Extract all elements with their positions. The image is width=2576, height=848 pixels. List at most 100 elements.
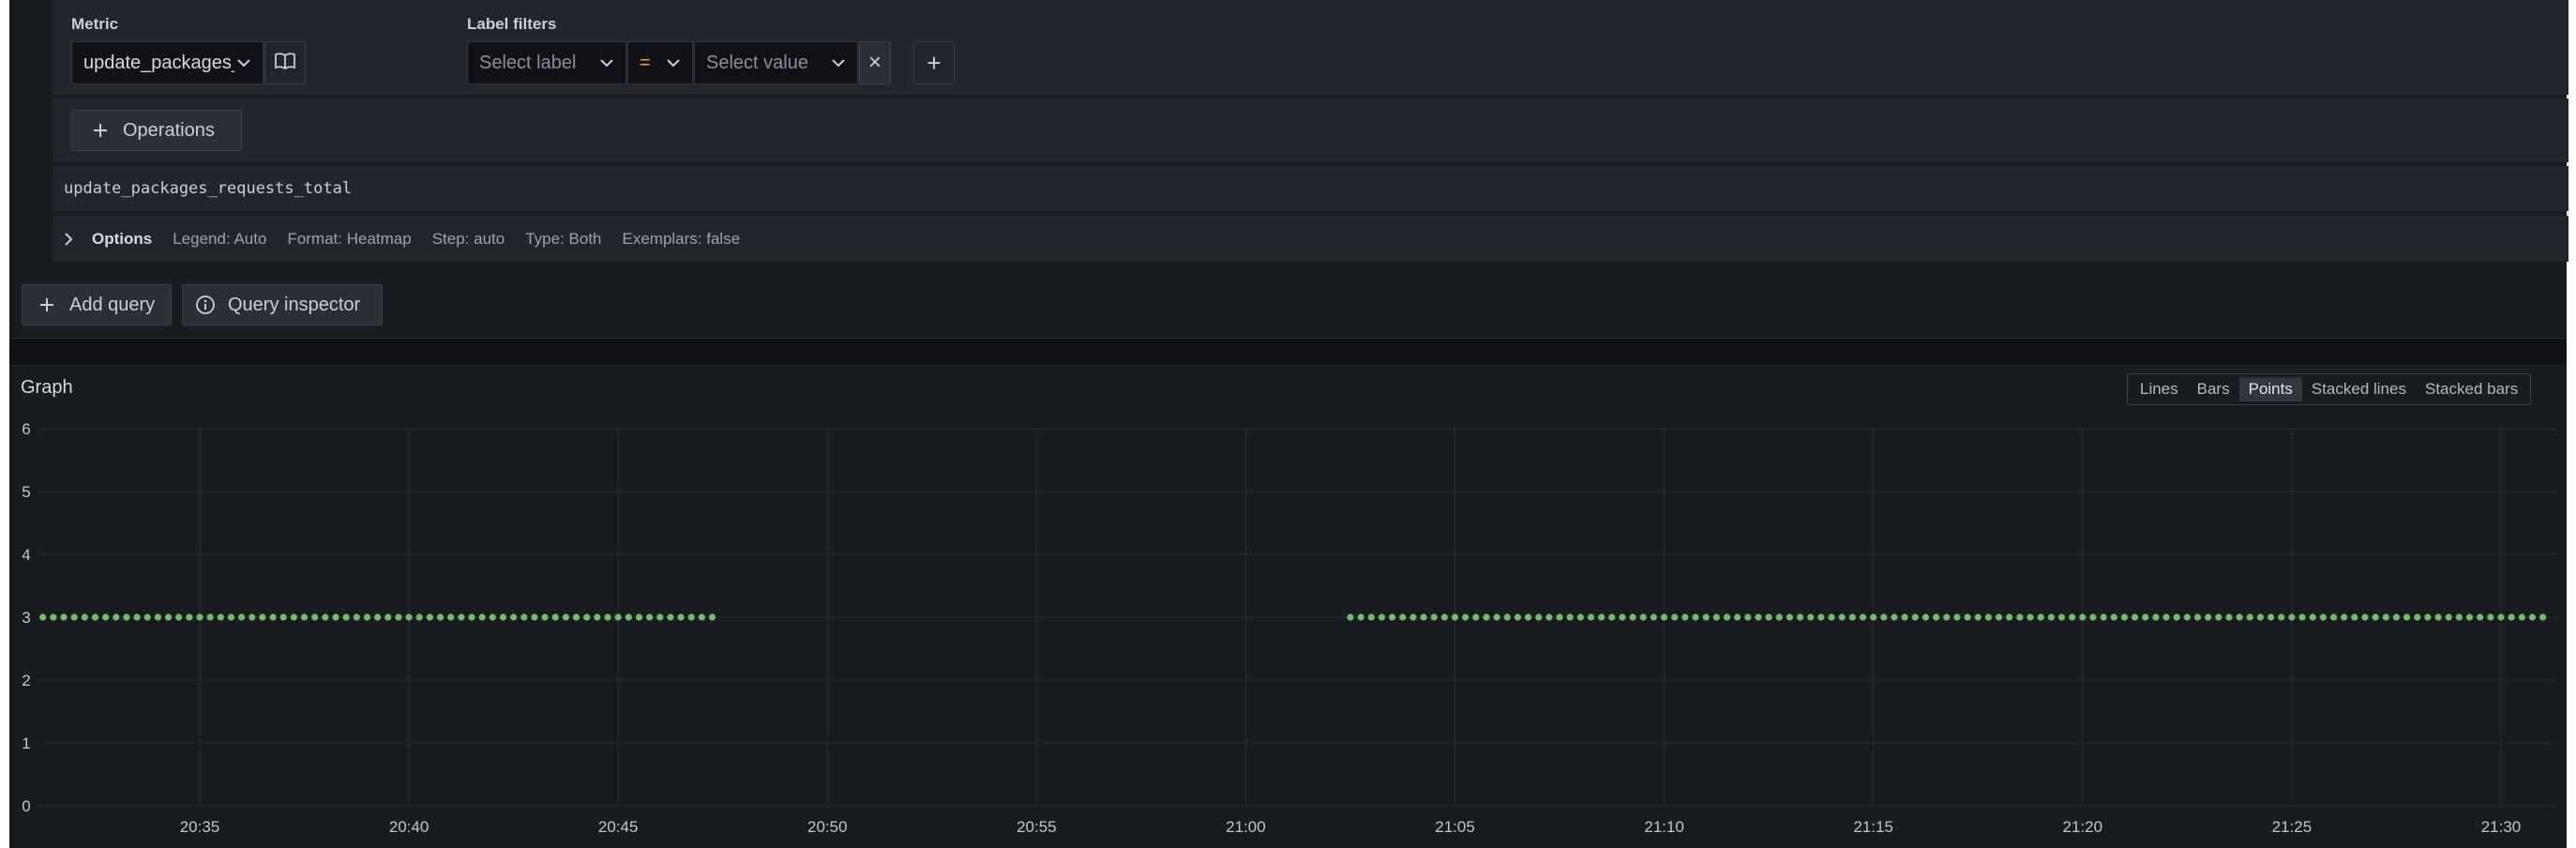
data-point <box>1535 613 1543 621</box>
view-mode-stacked-bars[interactable]: Stacked bars <box>2416 377 2527 401</box>
data-point <box>489 613 496 621</box>
add-filter-button[interactable]: + <box>913 41 955 84</box>
data-point <box>332 613 339 621</box>
options-row[interactable]: Options Legend: Auto Format: Heatmap Ste… <box>53 216 2568 262</box>
add-query-label: Add query <box>69 294 156 315</box>
data-point <box>1964 613 1971 621</box>
y-tick-label: 1 <box>22 734 30 752</box>
data-point <box>2215 613 2222 621</box>
data-point <box>1838 613 1845 621</box>
data-point <box>2225 613 2233 621</box>
data-point <box>1357 613 1364 621</box>
data-point <box>2518 613 2525 621</box>
data-point <box>1891 613 1898 621</box>
raw-query-text: update_packages_requests_total <box>64 179 353 198</box>
data-point <box>1974 613 1981 621</box>
data-point <box>2100 613 2107 621</box>
data-point <box>2528 613 2537 621</box>
operator-select[interactable]: = <box>627 41 693 84</box>
data-point <box>50 613 57 621</box>
data-point <box>2131 613 2139 621</box>
data-point <box>2361 613 2369 621</box>
data-point <box>1503 613 1511 621</box>
data-point <box>259 613 266 621</box>
data-point <box>1493 613 1500 621</box>
data-point <box>1347 613 1354 621</box>
data-point <box>60 613 68 621</box>
data-point <box>2477 613 2484 621</box>
data-point <box>405 613 413 621</box>
metrics-explorer-button[interactable] <box>264 41 306 84</box>
data-point <box>458 613 465 621</box>
data-point <box>646 613 654 621</box>
data-point <box>2256 613 2265 621</box>
data-point <box>1859 613 1867 621</box>
chevron-down-icon <box>597 58 616 68</box>
x-tick-label: 21:10 <box>1644 818 1684 836</box>
data-point <box>374 613 382 621</box>
data-point <box>113 613 120 621</box>
data-point <box>1576 613 1584 621</box>
metric-select[interactable]: update_packages_requests_total <box>71 41 264 84</box>
data-point <box>1367 613 1375 621</box>
data-point <box>562 613 570 621</box>
data-point <box>1828 613 1835 621</box>
data-point <box>91 613 99 621</box>
select-label-dropdown[interactable]: Select label <box>467 41 626 84</box>
chevron-down-icon <box>829 58 848 68</box>
data-point <box>1775 613 1783 621</box>
query-builder-row: Metric update_packages_requests_total La… <box>53 0 2568 95</box>
data-point <box>2487 613 2494 621</box>
data-point <box>300 613 309 621</box>
data-point <box>1514 613 1522 621</box>
data-point <box>1409 613 1417 621</box>
data-point <box>1681 613 1689 621</box>
view-mode-bars[interactable]: Bars <box>2188 377 2239 401</box>
data-point <box>2183 613 2191 621</box>
data-point <box>2173 613 2180 621</box>
view-mode-stacked-lines[interactable]: Stacked lines <box>2302 377 2416 401</box>
view-mode-points[interactable]: Points <box>2238 377 2302 401</box>
data-point <box>70 613 78 621</box>
select-value-dropdown[interactable]: Select value <box>694 41 858 84</box>
data-point <box>625 613 632 621</box>
data-point <box>1661 613 1668 621</box>
remove-filter-button[interactable]: × <box>859 41 891 84</box>
operations-button[interactable]: Operations <box>71 110 242 151</box>
data-point <box>1399 613 1407 621</box>
data-point <box>1462 613 1469 621</box>
data-point <box>196 613 203 621</box>
data-point <box>2142 613 2149 621</box>
data-point <box>1880 613 1888 621</box>
data-point <box>2278 613 2285 621</box>
data-point <box>2026 613 2034 621</box>
data-point <box>698 613 706 621</box>
x-tick-label: 21:20 <box>2063 818 2103 836</box>
add-query-button[interactable]: Add query <box>22 284 172 326</box>
y-tick-label: 2 <box>22 672 30 689</box>
data-point <box>2288 613 2296 621</box>
data-point <box>2152 613 2160 621</box>
data-point <box>1921 613 1930 621</box>
data-point <box>415 613 423 621</box>
data-point <box>2455 613 2463 621</box>
data-point <box>384 613 392 621</box>
close-icon: × <box>867 50 881 75</box>
data-point <box>510 613 518 621</box>
data-point <box>447 613 455 621</box>
x-tick-label: 20:55 <box>1017 818 1057 836</box>
data-point <box>186 613 193 621</box>
view-mode-lines[interactable]: Lines <box>2131 377 2188 401</box>
operator-value: = <box>640 52 651 73</box>
data-point <box>1639 613 1647 621</box>
raw-query-row: update_packages_requests_total <box>53 166 2568 211</box>
data-point <box>395 613 402 621</box>
data-point <box>322 613 329 621</box>
data-point <box>1911 613 1919 621</box>
query-inspector-button[interactable]: Query inspector <box>182 284 383 326</box>
data-point <box>1901 613 1908 621</box>
data-point <box>2309 613 2316 621</box>
plus-icon <box>89 119 112 142</box>
data-point <box>1785 613 1794 621</box>
data-point <box>1671 613 1679 621</box>
